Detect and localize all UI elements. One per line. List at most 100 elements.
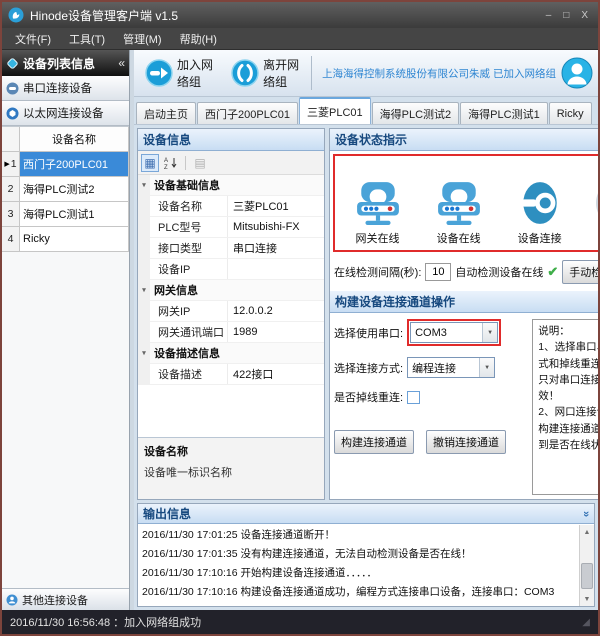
table-row[interactable]: 4 Ricky <box>2 227 129 252</box>
collapse-arrow-icon[interactable]: ▾ <box>138 175 150 195</box>
category-row[interactable]: ▾设备基础信息 <box>138 175 324 196</box>
category-row[interactable]: ▾设备描述信息 <box>138 343 324 364</box>
sidebar-group-ethernet[interactable]: 以太网连接设备 <box>2 101 129 126</box>
manual-detect-button[interactable]: 手动检测设备在线 <box>562 260 600 284</box>
sidebar-header: 设备列表信息 « <box>2 50 129 76</box>
device-connect-icon <box>517 180 563 226</box>
device-info-panel: 设备信息 ▦ AZ ▤ ▾设备基础信息 设备名称三菱PLC01 PLC型号Mit… <box>137 128 325 500</box>
property-value[interactable]: Mitsubishi-FX <box>228 217 324 237</box>
property-value[interactable]: 串口连接 <box>228 238 324 258</box>
property-grid: ▾设备基础信息 设备名称三菱PLC01 PLC型号Mitsubishi-FX 接… <box>138 175 324 385</box>
scrollbar-track[interactable] <box>580 539 594 592</box>
device-name-cell[interactable]: Ricky <box>20 227 129 252</box>
tab-siemens200plc01[interactable]: 西门子200PLC01 <box>197 102 298 124</box>
scroll-up-icon[interactable]: ▲ <box>580 525 594 539</box>
minimize-button[interactable]: – <box>546 10 552 21</box>
indicator-label: 网关在线 <box>356 230 400 246</box>
table-row[interactable]: 2 海得PLC测试2 <box>2 177 129 202</box>
collapse-chevrons-icon[interactable]: » <box>580 510 592 516</box>
device-name-cell[interactable]: 海得PLC测试2 <box>20 177 129 202</box>
device-name-column-header[interactable]: 设备名称 <box>20 127 129 152</box>
gateway-online-indicator: 网关在线 <box>355 180 401 246</box>
status-indicators-box: 网关在线 设备在线 设备连接 <box>333 154 600 252</box>
property-value[interactable]: 12.0.0.2 <box>228 301 324 321</box>
serial-port-select[interactable]: COM3 ▼ <box>410 322 498 343</box>
dropdown-arrow-icon[interactable]: ▼ <box>479 358 494 377</box>
log-line: 2016/11/30 17:01:35 没有构建连接通道，无法自动检测设备是否在… <box>142 545 575 564</box>
property-value[interactable]: 三菱PLC01 <box>228 196 324 216</box>
device-name-cell[interactable]: 西门子200PLC01 <box>20 152 129 177</box>
connect-mode-select[interactable]: 编程连接 ▼ <box>407 357 495 378</box>
menu-help[interactable]: 帮助(H) <box>171 29 226 49</box>
sidebar-collapse-button[interactable]: « <box>118 56 125 70</box>
log-scrollbar[interactable]: ▲ ▼ <box>579 525 594 606</box>
property-label: 设备描述 <box>150 364 228 384</box>
sidebar-group-serial[interactable]: 串口连接设备 <box>2 76 129 101</box>
svg-text:Z: Z <box>164 165 168 170</box>
property-value[interactable]: 422接口 <box>228 364 324 384</box>
resize-grip[interactable]: ◢ <box>582 617 590 628</box>
device-info-header: 设备信息 <box>138 129 324 151</box>
close-button[interactable]: X <box>581 10 588 21</box>
maximize-button[interactable]: □ <box>563 10 569 21</box>
tab-hitetest2[interactable]: 海得PLC测试2 <box>372 102 460 124</box>
row-number: 3 <box>2 202 20 227</box>
category-row[interactable]: ▾网关信息 <box>138 280 324 301</box>
tab-ricky[interactable]: Ricky <box>549 102 592 124</box>
row-number: 1 <box>11 158 17 170</box>
property-row[interactable]: 设备IP <box>138 259 324 280</box>
property-row[interactable]: 网关IP12.0.0.2 <box>138 301 324 322</box>
interval-input[interactable] <box>425 263 451 281</box>
instructions-box: 说明： 1、选择串口、连接方式和掉线重连操作选项只对串口连接设备有效！ 2、网口… <box>532 319 600 495</box>
status-panel-title: 设备状态指示 <box>335 131 407 148</box>
property-value[interactable] <box>228 259 324 279</box>
property-row[interactable]: 设备名称三菱PLC01 <box>138 196 324 217</box>
channel-panel-title: 构建设备连接通道操作 <box>335 293 455 310</box>
auto-detect-checked-icon[interactable]: ✔ <box>547 264 558 280</box>
join-network-button[interactable]: 加入网络组 <box>139 52 220 94</box>
user-avatar[interactable] <box>561 57 593 89</box>
reconnect-checkbox[interactable] <box>407 391 420 404</box>
device-name-cell[interactable]: 海得PLC测试1 <box>20 202 129 227</box>
ethernet-device-icon <box>6 107 19 120</box>
scroll-down-icon[interactable]: ▼ <box>580 592 594 606</box>
property-label: 网关通讯端口 <box>150 322 228 342</box>
status-panel-header: 设备状态指示 <box>330 129 600 151</box>
table-row[interactable]: 3 海得PLC测试1 <box>2 202 129 227</box>
dropdown-arrow-icon[interactable]: ▼ <box>482 323 497 342</box>
collapse-arrow-icon[interactable]: ▾ <box>138 343 150 363</box>
table-row[interactable]: ▶1 西门子200PLC01 <box>2 152 129 177</box>
sidebar-group-other[interactable]: 其他连接设备 <box>2 588 129 610</box>
device-info-title: 设备信息 <box>143 131 191 148</box>
property-row[interactable]: 网关通讯端口1989 <box>138 322 324 343</box>
menu-manage[interactable]: 管理(M) <box>114 29 171 49</box>
revoke-channel-button[interactable]: 撤销连接通道 <box>426 430 506 454</box>
property-label: 设备IP <box>150 259 228 279</box>
serial-port-value: COM3 <box>411 323 482 342</box>
device-list-icon <box>6 57 19 70</box>
property-row[interactable]: 接口类型串口连接 <box>138 238 324 259</box>
collapse-arrow-icon[interactable]: ▾ <box>138 280 150 300</box>
log-line: 2016/11/30 17:10:16 开始构建设备连接通道．．．．． <box>142 564 575 583</box>
document-tabstrip: 启动主页 西门子200PLC01 三菱PLC01 海得PLC测试2 海得PLC测… <box>134 97 598 125</box>
online-detect-row: 在线检测间隔(秒): 自动检测设备在线 ✔ 手动检测设备在线 <box>330 255 600 289</box>
app-window: Hinode设备管理客户端 v1.5 – □ X 文件(F) 工具(T) 管理(… <box>0 0 600 636</box>
alphabetical-sort-icon[interactable]: AZ <box>162 154 180 172</box>
tab-hitetest1[interactable]: 海得PLC测试1 <box>460 102 548 124</box>
tab-mitsubishiplc01-active[interactable]: 三菱PLC01 <box>299 97 371 124</box>
menu-file[interactable]: 文件(F) <box>6 29 60 49</box>
build-channel-button[interactable]: 构建连接通道 <box>334 430 414 454</box>
sidebar-group-ethernet-label: 以太网连接设备 <box>23 105 104 121</box>
log-line: 2016/11/30 17:01:25 设备连接通道断开！ <box>142 526 575 545</box>
property-value[interactable]: 1989 <box>228 322 324 342</box>
menu-tools[interactable]: 工具(T) <box>60 29 114 49</box>
categorized-view-icon[interactable]: ▦ <box>141 154 159 172</box>
tab-home[interactable]: 启动主页 <box>136 102 196 124</box>
device-table-header: 设备名称 <box>2 127 129 152</box>
scrollbar-thumb[interactable] <box>581 563 593 589</box>
connect-mode-label: 选择连接方式: <box>334 360 403 376</box>
property-row[interactable]: PLC型号Mitsubishi-FX <box>138 217 324 238</box>
leave-network-button[interactable]: 离开网络组 <box>225 52 306 94</box>
property-row[interactable]: 设备描述422接口 <box>138 364 324 385</box>
property-label: PLC型号 <box>150 217 228 237</box>
